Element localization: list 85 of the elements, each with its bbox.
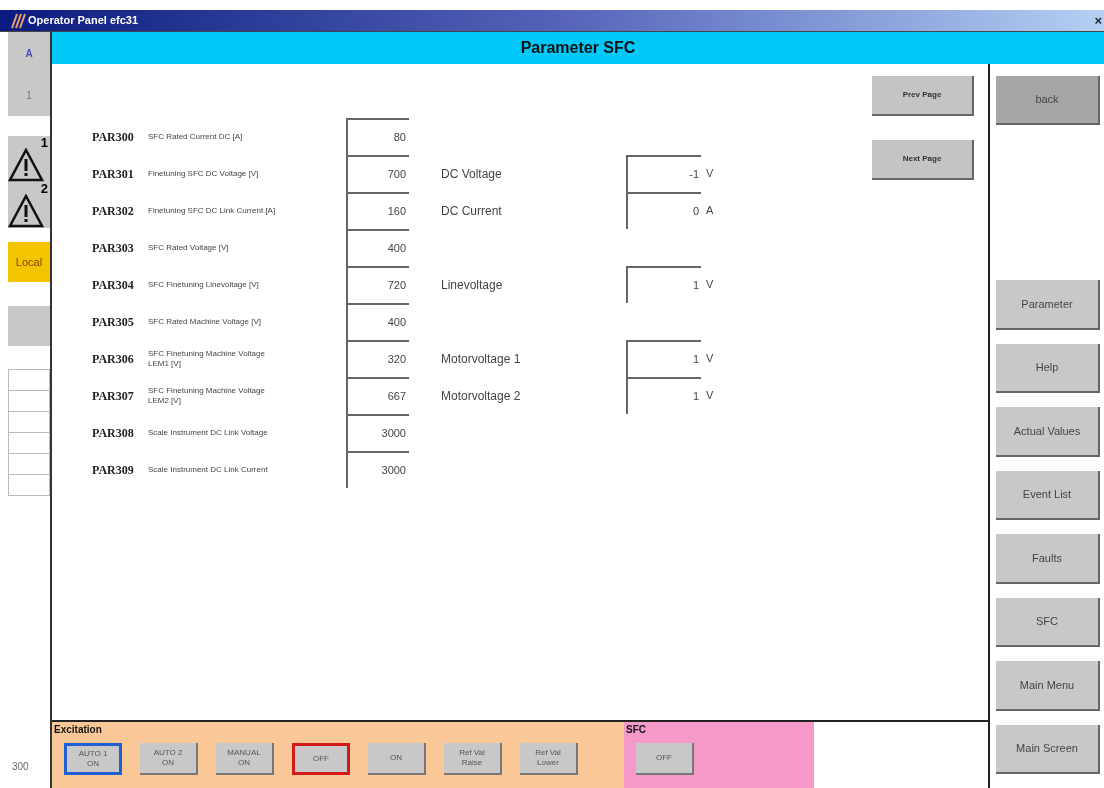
parameter-code: PAR307 [92,387,135,405]
control-button[interactable]: AUTO 1 ON [64,743,122,775]
reading-label: Motorvoltage 2 [441,387,522,405]
nav-button[interactable]: Faults [996,534,1100,584]
warning-icon [8,194,44,228]
parameter-description: SFC Rated Voltage [V] [148,242,230,253]
close-button[interactable]: × [1094,14,1102,27]
reading-unit: V [706,166,714,182]
parameter-code: PAR308 [92,424,135,442]
parameter-value-field[interactable]: 3000 [346,451,409,488]
section-title: Excitation [54,723,103,737]
parameter-value-field[interactable]: 80 [346,118,409,155]
parameter-value-field[interactable]: 700 [346,155,409,192]
parameter-value-field[interactable]: 320 [346,340,409,377]
empty-cell [8,432,50,454]
warning-icon [8,148,44,182]
parameter-code: PAR304 [92,276,135,294]
nav-button[interactable]: Main Screen [996,724,1100,774]
parameter-code: PAR306 [92,350,135,368]
reading-value-field: -1 [626,155,701,192]
back-button[interactable]: back [996,76,1100,126]
parameter-description: SFC Finetuning Machine Voltage LEM2 [V] [148,385,266,406]
section-title: SFC [626,723,647,737]
reading-value-field: 1 [626,340,701,377]
reading-unit: A [706,203,714,219]
parameter-description: SFC Finetuning Machine Voltage LEM1 [V] [148,348,266,369]
nav-button[interactable]: Event List [996,470,1100,521]
window-title: Operator Panel efc31 [28,13,139,29]
reading-label: Motorvoltage 1 [441,350,522,368]
parameter-value-field[interactable]: 667 [346,377,409,414]
parameter-description: SFC Finetuning Linevoltage [V] [148,279,260,290]
control-button[interactable]: Ref Val Raise [444,743,502,775]
parameter-code: PAR305 [92,313,135,331]
control-button[interactable]: OFF [292,743,350,775]
control-button[interactable]: MANUAL ON [216,743,274,775]
reading-unit: V [706,277,714,293]
parameter-description: Scale Instrument DC Link Voltage [148,427,269,438]
parameter-description: SFC Rated Machine Voltage [V] [148,316,262,327]
nav-button[interactable]: Parameter [996,280,1100,330]
parameter-value-field[interactable]: 400 [346,229,409,266]
control-button[interactable]: AUTO 2 ON [140,743,198,775]
reading-value-field: 0 [626,192,701,229]
status-cell: 1 [8,74,50,116]
page-button[interactable]: Prev Page [872,76,974,116]
nav-button[interactable]: Help [996,343,1100,394]
page-title: Parameter SFC [520,38,636,58]
empty-cell [8,369,50,391]
reading-label: Linevoltage [441,276,504,294]
control-button[interactable]: OFF [636,743,694,775]
parameter-description: Scale Instrument DC Link Current [148,464,269,475]
status-cell: A [8,32,50,74]
parameter-code: PAR303 [92,239,135,257]
status-block [8,306,50,346]
reading-unit: V [706,388,714,404]
parameter-code: PAR300 [92,128,135,146]
reading-value-field: 1 [626,377,701,414]
control-button[interactable]: Ref Val Lower [520,743,578,775]
page-button[interactable]: Next Page [872,140,974,180]
parameter-value-field[interactable]: 720 [346,266,409,303]
parameter-value-field[interactable]: 160 [346,192,409,229]
parameter-description: SFC Rated Current DC [A] [148,131,244,142]
empty-cell [8,411,50,433]
parameter-value-field[interactable]: 3000 [346,414,409,451]
nav-button[interactable]: Actual Values [996,407,1100,457]
nav-button[interactable]: SFC [996,597,1100,648]
reading-value-field: 1 [626,266,701,303]
app-icon [10,12,26,29]
empty-cell [8,453,50,475]
parameter-value-field[interactable]: 400 [346,303,409,340]
control-button[interactable]: ON [368,743,426,775]
warning-number: 2 [40,182,48,195]
empty-cell [8,390,50,412]
reading-label: DC Voltage [441,165,503,183]
reading-unit: V [706,351,714,367]
nav-button[interactable]: Main Menu [996,661,1100,711]
warning-number: 1 [40,136,48,149]
footer-number: 300 [11,760,30,774]
local-mode-indicator: Local [8,242,50,282]
parameter-code: PAR302 [92,202,135,220]
parameter-description: Finetuning SFC DC Voltage [V] [148,168,260,179]
reading-label: DC Current [441,202,503,220]
empty-cell [8,474,50,496]
parameter-code: PAR301 [92,165,135,183]
parameter-code: PAR309 [92,461,135,479]
parameter-description: Finetuning SFC DC Link Current [A] [148,205,276,216]
